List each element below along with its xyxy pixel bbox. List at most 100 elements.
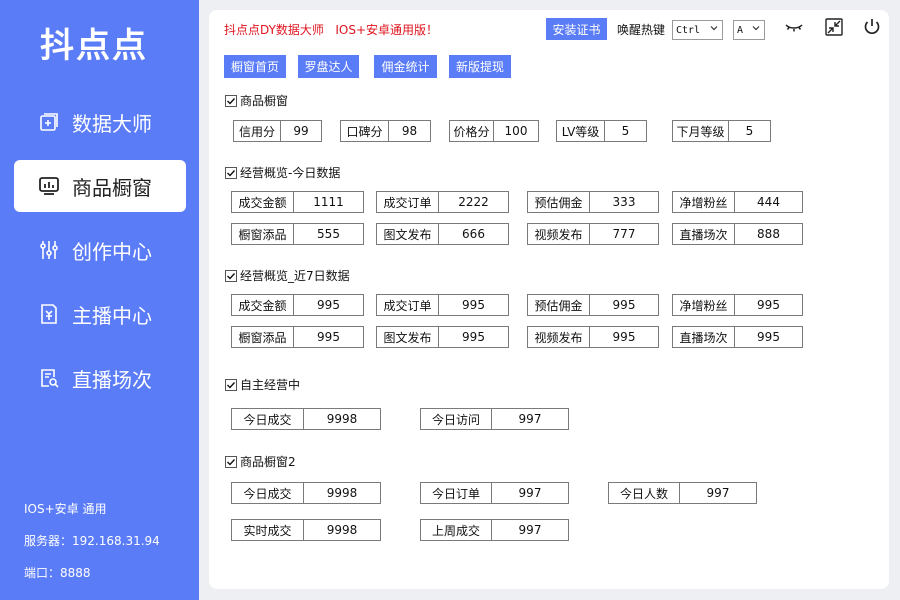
sidebar-item-live-sessions[interactable]: 直播场次 <box>14 352 186 404</box>
checkbox[interactable] <box>225 269 237 282</box>
sidebar-item-label: 直播场次 <box>72 367 152 392</box>
field-label: 成交订单 <box>377 295 439 315</box>
server-info: 服务器：192.168.31.94 <box>24 534 160 548</box>
field-value: 995 <box>612 330 636 344</box>
field-label: 橱窗添品 <box>232 224 294 244</box>
field-label: 图文发布 <box>377 327 439 347</box>
sidebar-item-anchor-center[interactable]: 主播中心 <box>14 288 186 340</box>
field-label: 直播场次 <box>673 327 735 347</box>
field-today-videos: 视频发布 777 <box>527 223 659 245</box>
checkbox[interactable] <box>225 166 237 179</box>
field-value: 666 <box>462 227 485 241</box>
field-self-today-visits: 今日访问 997 <box>420 408 569 430</box>
checkbox[interactable] <box>225 455 237 468</box>
field-lv-level: LV等级 5 <box>556 120 647 142</box>
field-7d-posts: 图文发布 995 <box>376 326 509 348</box>
field-today-window-add: 橱窗添品 555 <box>231 223 364 245</box>
field-value: 995 <box>757 330 780 344</box>
sidebar-item-label: 创作中心 <box>72 239 152 264</box>
data-add-icon <box>38 111 60 133</box>
field-value: 444 <box>757 195 780 209</box>
checkbox[interactable] <box>225 378 237 391</box>
field-label: 预估佣金 <box>528 295 590 315</box>
section-toggle-product-window-2[interactable]: 商品橱窗2 <box>225 453 296 470</box>
field-today-gmv: 成交金额 1111 <box>231 191 364 213</box>
field-label: 价格分 <box>450 121 494 141</box>
tab-new-withdraw[interactable]: 新版提现 <box>449 55 511 78</box>
section-toggle-today-overview[interactable]: 经营概览-今日数据 <box>225 164 340 181</box>
checkbox[interactable] <box>225 94 237 107</box>
hotkey-key-select[interactable]: A <box>733 20 765 40</box>
sliders-icon <box>38 239 60 261</box>
tab-commission-stats[interactable]: 佣金统计 <box>374 55 437 78</box>
field-reputation-score: 口碑分 98 <box>340 120 431 142</box>
field-value: 100 <box>504 124 528 138</box>
hotkey-modifier-value: Ctrl <box>676 24 701 36</box>
eye-closed-icon[interactable] <box>783 16 805 38</box>
field-7d-window-add: 橱窗添品 995 <box>231 326 364 348</box>
field-value: 995 <box>317 298 340 312</box>
field-value: 5 <box>621 124 630 138</box>
field-label: 橱窗添品 <box>232 327 294 347</box>
tab-window-home[interactable]: 橱窗首页 <box>224 55 286 78</box>
field-value: 997 <box>518 412 542 426</box>
hotkey-label: 唤醒热键 <box>617 23 666 37</box>
section-toggle-7day-overview[interactable]: 经营概览_近7日数据 <box>225 267 350 284</box>
field-value: 995 <box>612 298 636 312</box>
field-w2-today-users: 今日人数 997 <box>608 482 757 504</box>
field-price-score: 价格分 100 <box>449 120 539 142</box>
field-label: 净增粉丝 <box>673 295 735 315</box>
hotkey-modifier-select[interactable]: Ctrl <box>672 20 723 40</box>
field-value: 997 <box>518 523 542 537</box>
field-value: 9998 <box>326 523 358 537</box>
field-label: 直播场次 <box>673 224 735 244</box>
field-credit-score: 信用分 99 <box>233 120 322 142</box>
section-toggle-self-operation[interactable]: 自主经营中 <box>225 376 300 393</box>
field-7d-orders: 成交订单 995 <box>376 294 509 316</box>
field-label: 今日访问 <box>421 409 492 429</box>
field-7d-net-fans: 净增粉丝 995 <box>672 294 803 316</box>
sidebar: 抖点点 数据大师 商品橱窗 创作中心 主播中心 直播场次 IOS+安卓 通用 服… <box>0 0 199 600</box>
field-label: 成交订单 <box>377 192 439 212</box>
sidebar-item-creation-center[interactable]: 创作中心 <box>14 224 186 276</box>
install-cert-button[interactable]: 安装证书 <box>546 18 607 40</box>
field-label: 成交金额 <box>232 295 294 315</box>
sidebar-item-data-master[interactable]: 数据大师 <box>14 96 186 148</box>
field-7d-commission: 预估佣金 995 <box>527 294 659 316</box>
field-label: 今日人数 <box>609 483 680 503</box>
field-today-commission: 预估佣金 333 <box>527 191 659 213</box>
field-today-net-fans: 净增粉丝 444 <box>672 191 803 213</box>
field-value: 888 <box>757 227 780 241</box>
field-label: 视频发布 <box>528 327 590 347</box>
app-title: 抖点点DY数据大师 IOS+安卓通用版！ <box>224 23 439 37</box>
sidebar-item-label: 数据大师 <box>72 111 152 136</box>
field-value: 5 <box>745 124 754 138</box>
field-label: 上周成交 <box>421 520 492 540</box>
port-info: 端口：8888 <box>24 566 91 580</box>
anchor-doc-icon <box>38 303 60 325</box>
field-label: 净增粉丝 <box>673 192 735 212</box>
section-label: 商品橱窗 <box>240 94 289 108</box>
field-label: 图文发布 <box>377 224 439 244</box>
search-doc-icon <box>38 367 60 389</box>
app-logo: 抖点点 <box>40 26 148 66</box>
field-w2-realtime-deals: 实时成交 9998 <box>231 519 381 541</box>
minimize-icon[interactable] <box>823 16 845 38</box>
field-7d-videos: 视频发布 995 <box>527 326 659 348</box>
field-value: 98 <box>401 124 418 138</box>
tab-compass-talent[interactable]: 罗盘达人 <box>298 55 359 78</box>
section-toggle-product-window[interactable]: 商品橱窗 <box>225 92 288 109</box>
field-today-posts: 图文发布 666 <box>376 223 509 245</box>
field-label: 视频发布 <box>528 224 590 244</box>
field-value: 997 <box>518 486 542 500</box>
section-label: 经营概览-今日数据 <box>240 166 341 180</box>
field-label: 今日成交 <box>232 409 304 429</box>
chevron-down-icon <box>710 24 718 32</box>
sidebar-item-product-window[interactable]: 商品橱窗 <box>14 160 186 212</box>
field-label: 口碑分 <box>341 121 389 141</box>
power-icon[interactable] <box>861 16 883 38</box>
field-value: 9998 <box>326 412 358 426</box>
section-label: 自主经营中 <box>240 378 301 392</box>
field-value: 995 <box>462 330 485 344</box>
check-icon <box>227 381 236 389</box>
